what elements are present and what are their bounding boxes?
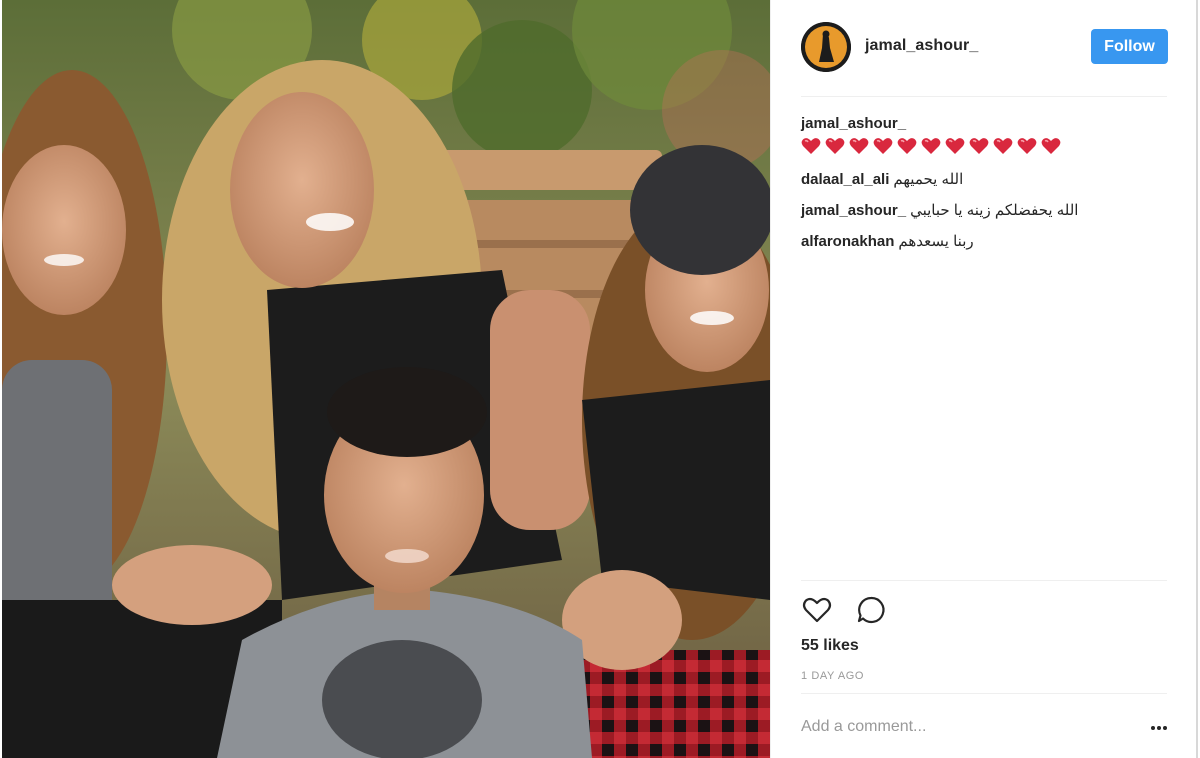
action-bar — [801, 594, 905, 631]
red-heart-emoji-icon — [825, 138, 845, 155]
caption-hearts — [801, 136, 1065, 160]
ellipsis-icon[interactable] — [1147, 721, 1173, 735]
comment-item: alfaronakhan ربنا يسعدهم — [801, 226, 1171, 257]
comment-username[interactable]: dalaal_al_ali — [801, 171, 889, 188]
post-timestamp[interactable]: 1 DAY AGO — [801, 670, 864, 682]
comment-text: الله يحميهم — [893, 171, 964, 189]
family-photo-image — [2, 0, 770, 758]
more-options-icon — [1151, 726, 1167, 730]
like-button-heart-icon — [802, 597, 832, 623]
comment-username[interactable]: jamal_ashour_ — [801, 202, 906, 219]
comment-button-bubble-icon — [858, 596, 886, 624]
red-heart-emoji-icon — [921, 138, 941, 155]
red-heart-emoji-icon — [1017, 138, 1037, 155]
comment-username[interactable]: alfaronakhan — [801, 233, 894, 250]
red-heart-emoji-icon — [945, 138, 965, 155]
comment-text: الله يحفضلكم زينه يا حبايبي — [910, 202, 1079, 220]
heart-outline-icon[interactable] — [801, 594, 833, 626]
comment-item: jamal_ashour_ الله يحفضلكم زينه يا حبايبي — [801, 195, 1171, 226]
red-heart-emoji-icon — [873, 138, 893, 155]
header-divider — [801, 96, 1167, 97]
add-comment-input[interactable] — [801, 718, 1101, 736]
avatar-image — [801, 22, 851, 72]
post-header: jamal_ashour_ Follow — [771, 0, 1197, 96]
follow-button[interactable]: Follow — [1091, 29, 1168, 64]
comment-item: dalaal_al_ali الله يحميهم — [801, 164, 1171, 195]
like-count[interactable]: 55 likes — [801, 637, 859, 655]
avatar[interactable] — [801, 22, 851, 72]
comments-list: jamal_ashour_ dalaal_al_ali الله يحميهم j… — [801, 112, 1171, 257]
post-photo[interactable] — [2, 0, 770, 758]
red-heart-emoji-icon — [849, 138, 869, 155]
post-username[interactable]: jamal_ashour_ — [865, 37, 978, 55]
caption-username[interactable]: jamal_ashour_ — [801, 115, 906, 132]
comment-divider — [801, 693, 1167, 694]
red-heart-emoji-icon — [993, 138, 1013, 155]
red-heart-emoji-icon — [1041, 138, 1061, 155]
speech-bubble-icon[interactable] — [855, 594, 887, 626]
comment-text: ربنا يسعدهم — [898, 233, 974, 251]
caption: jamal_ashour_ — [801, 112, 1171, 160]
red-heart-emoji-icon — [801, 138, 821, 155]
post-sidebar: jamal_ashour_ Follow jamal_ashour_ dalaa… — [770, 0, 1198, 758]
red-heart-emoji-icon — [969, 138, 989, 155]
actions-divider — [801, 580, 1167, 581]
red-heart-emoji-icon — [897, 138, 917, 155]
